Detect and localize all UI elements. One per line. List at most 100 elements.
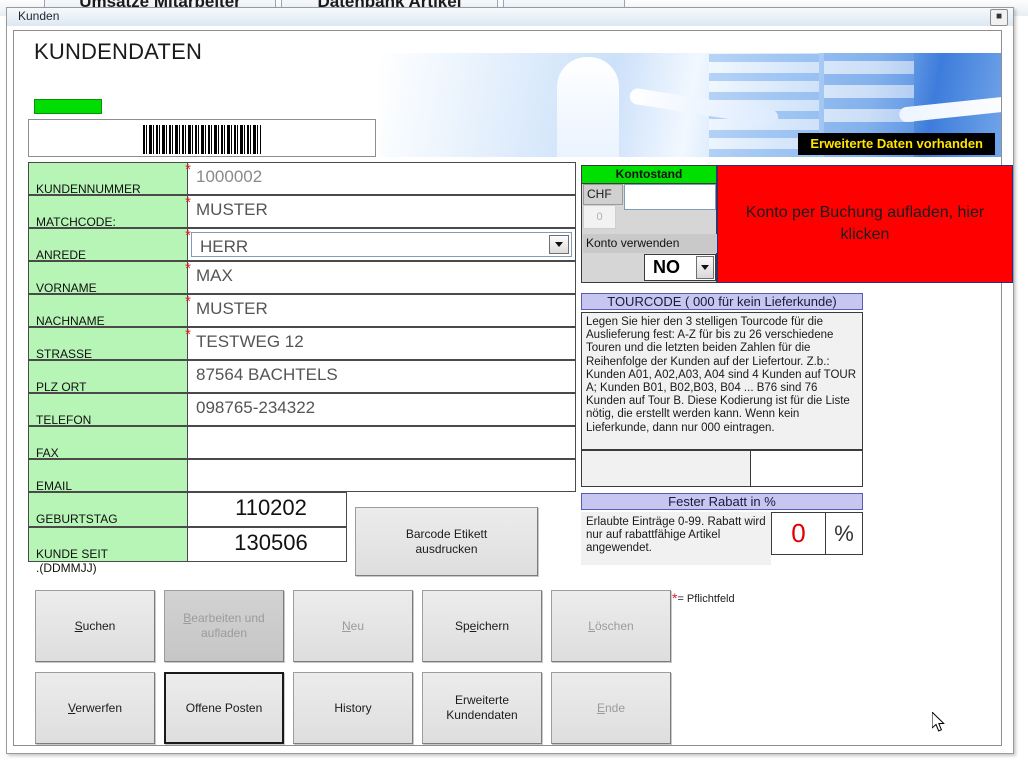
chevron-down-icon[interactable] <box>549 235 569 254</box>
label-text: KUNDE SEIT .(DDMMJJ) <box>36 547 109 575</box>
barcode-image <box>143 125 261 154</box>
status-bar-indicator <box>34 99 102 114</box>
label-text: ANREDE <box>36 248 87 262</box>
kontostand-currency: CHF <box>583 184 623 205</box>
input-strasse[interactable]: TESTWEG 12 <box>188 327 576 360</box>
input-rabatt[interactable]: 0 <box>771 512 826 555</box>
erweiterte-kundendaten-button[interactable]: Erweiterte Kundendaten <box>422 672 542 744</box>
label-vorname: VORNAME * <box>28 260 191 295</box>
field-row-nachname: NACHNAME * MUSTER <box>28 293 576 328</box>
chevron-down-icon[interactable] <box>696 256 714 279</box>
label-nachname: NACHNAME * <box>28 293 191 328</box>
input-vorname[interactable]: MAX <box>188 261 576 294</box>
field-row-matchcode: MATCHCODE: * MUSTER <box>28 194 576 229</box>
label-text: VORNAME <box>36 281 97 295</box>
offene-posten-label: Offene Posten <box>185 700 263 715</box>
label-fax: FAX <box>28 426 188 460</box>
history-button[interactable]: History <box>293 672 413 744</box>
application-root: Umsätze Mitarbeiter Datenbank Artikel Ku… <box>0 0 1028 774</box>
select-konto-verwenden[interactable]: NO <box>644 254 716 281</box>
rabatt-header: Fester Rabatt in % <box>581 493 863 510</box>
label-email: EMAIL <box>28 459 188 493</box>
field-row-vorname: VORNAME * MAX <box>28 260 576 295</box>
required-marker: * <box>185 161 191 178</box>
field-row-anrede: ANREDE * HERR <box>28 227 576 262</box>
select-konto-verwenden-value: NO <box>653 257 680 277</box>
label-kunde-seit: KUNDE SEIT .(DDMMJJ) <box>28 527 188 575</box>
bearbeiten-und-aufladen-button[interactable]: Bearbeiten und aufladen <box>164 590 284 662</box>
barcode-display <box>28 119 376 157</box>
offene-posten-button[interactable]: Offene Posten <box>164 672 284 744</box>
speichern-button[interactable]: Speichern <box>422 590 542 662</box>
input-tourcode[interactable] <box>750 450 863 487</box>
neu-button[interactable]: Neu <box>293 590 413 662</box>
label-text: NACHNAME <box>36 314 105 328</box>
field-row-plz-ort: PLZ ORT 87564 BACHTELS <box>28 360 576 394</box>
label-text: TELEFON <box>36 413 92 427</box>
kundendaten-panel: KUNDENDATEN Erweiterte Daten vorhanden K… <box>13 30 1013 746</box>
close-icon[interactable]: ■ <box>990 9 1008 26</box>
label-plz-ort: PLZ ORT <box>28 360 188 394</box>
required-marker: * <box>185 194 191 211</box>
rabatt-note: Erlaubte Einträge 0-99. Rabatt wird nur … <box>581 512 771 565</box>
required-marker: * <box>185 227 191 244</box>
input-geburtstag[interactable]: 110202 <box>188 492 347 527</box>
label-text: PLZ ORT <box>36 380 87 394</box>
tourcode-section: TOURCODE ( 000 für kein Lieferkunde) Leg… <box>581 293 863 487</box>
window-caption: Kunden <box>18 9 60 23</box>
header-photo: Erweiterte Daten vorhanden <box>379 53 1001 157</box>
erweiterte-daten-banner: Erweiterte Daten vorhanden <box>798 133 995 155</box>
pflichtfeld-legend-text: = Pflichtfeld <box>677 593 735 605</box>
label-text: KUNDENNUMMER <box>36 182 141 196</box>
label-text: EMAIL <box>36 479 73 493</box>
input-telefon[interactable]: 098765-234322 <box>188 393 576 426</box>
kontostand-title: Kontostand <box>582 166 716 184</box>
kunden-window: Kunden ■ KUNDENDATEN Erweiterte Daten vo… <box>6 7 1014 754</box>
label-matchcode: MATCHCODE: * <box>28 194 191 229</box>
kontostand-zero: 0 <box>583 205 616 229</box>
rabatt-unit: % <box>826 512 863 555</box>
label-strasse: STRASSE * <box>28 326 191 361</box>
label-text: FAX <box>36 446 59 460</box>
ende-button[interactable]: Ende <box>551 672 671 744</box>
field-row-strasse: STRASSE * TESTWEG 12 <box>28 326 576 361</box>
label-kundennummer: KUNDENNUMMER * <box>28 161 191 196</box>
field-row-email: EMAIL <box>28 459 576 493</box>
konto-aufladen-button[interactable]: Konto per Buchung aufladen, hier klicken <box>717 165 1013 283</box>
tourcode-help-text: Legen Sie hier den 3 stelligen Tourcode … <box>581 312 863 450</box>
label-telefon: TELEFON <box>28 393 188 427</box>
input-matchcode[interactable]: MUSTER <box>188 195 576 228</box>
label-geburtstag: GEBURTSTAG .(DDMMJJ) <box>28 492 188 540</box>
kontostand-panel: Kontostand CHF 0 Konto verwenden NO <box>581 165 717 283</box>
loeschen-button[interactable]: Löschen <box>551 590 671 662</box>
select-anrede[interactable]: HERR <box>188 228 576 261</box>
konto-verwenden-label: Konto verwenden <box>583 234 717 253</box>
required-marker: * <box>185 293 191 310</box>
required-marker: * <box>185 260 191 277</box>
barcode-etikett-ausdrucken-button[interactable]: Barcode Etikett ausdrucken <box>355 507 538 576</box>
select-anrede-inner: HERR <box>191 232 572 257</box>
input-kundennummer[interactable]: 1000002 <box>188 162 576 195</box>
rabatt-section: Fester Rabatt in % Erlaubte Einträge 0-9… <box>581 493 863 565</box>
page-title: KUNDENDATEN <box>34 39 203 64</box>
history-label: History <box>334 700 372 715</box>
label-text: MATCHCODE: <box>36 215 116 229</box>
pflichtfeld-legend: *= Pflichtfeld <box>672 591 735 605</box>
input-kunde-seit[interactable]: 130506 <box>188 527 347 562</box>
customer-form: KUNDENNUMMER * 1000002 MATCHCODE: * MUST… <box>28 161 576 575</box>
input-nachname[interactable]: MUSTER <box>188 294 576 327</box>
required-marker: * <box>185 326 191 343</box>
suchen-button[interactable]: Suchen <box>35 590 155 662</box>
field-row-telefon: TELEFON 098765-234322 <box>28 393 576 427</box>
input-plz-ort[interactable]: 87564 BACHTELS <box>188 360 576 393</box>
window-body: KUNDENDATEN Erweiterte Daten vorhanden K… <box>7 26 1013 753</box>
window-title-bar: Kunden ■ <box>7 8 1013 26</box>
label-text: STRASSE <box>36 347 93 361</box>
photo-person-left <box>557 57 619 157</box>
select-anrede-value: HERR <box>200 237 249 256</box>
input-fax[interactable] <box>188 426 576 459</box>
label-anrede: ANREDE * <box>28 227 191 262</box>
input-email[interactable] <box>188 459 576 492</box>
verwerfen-button[interactable]: Verwerfen <box>35 672 155 744</box>
kontostand-amount-input[interactable] <box>624 184 716 210</box>
